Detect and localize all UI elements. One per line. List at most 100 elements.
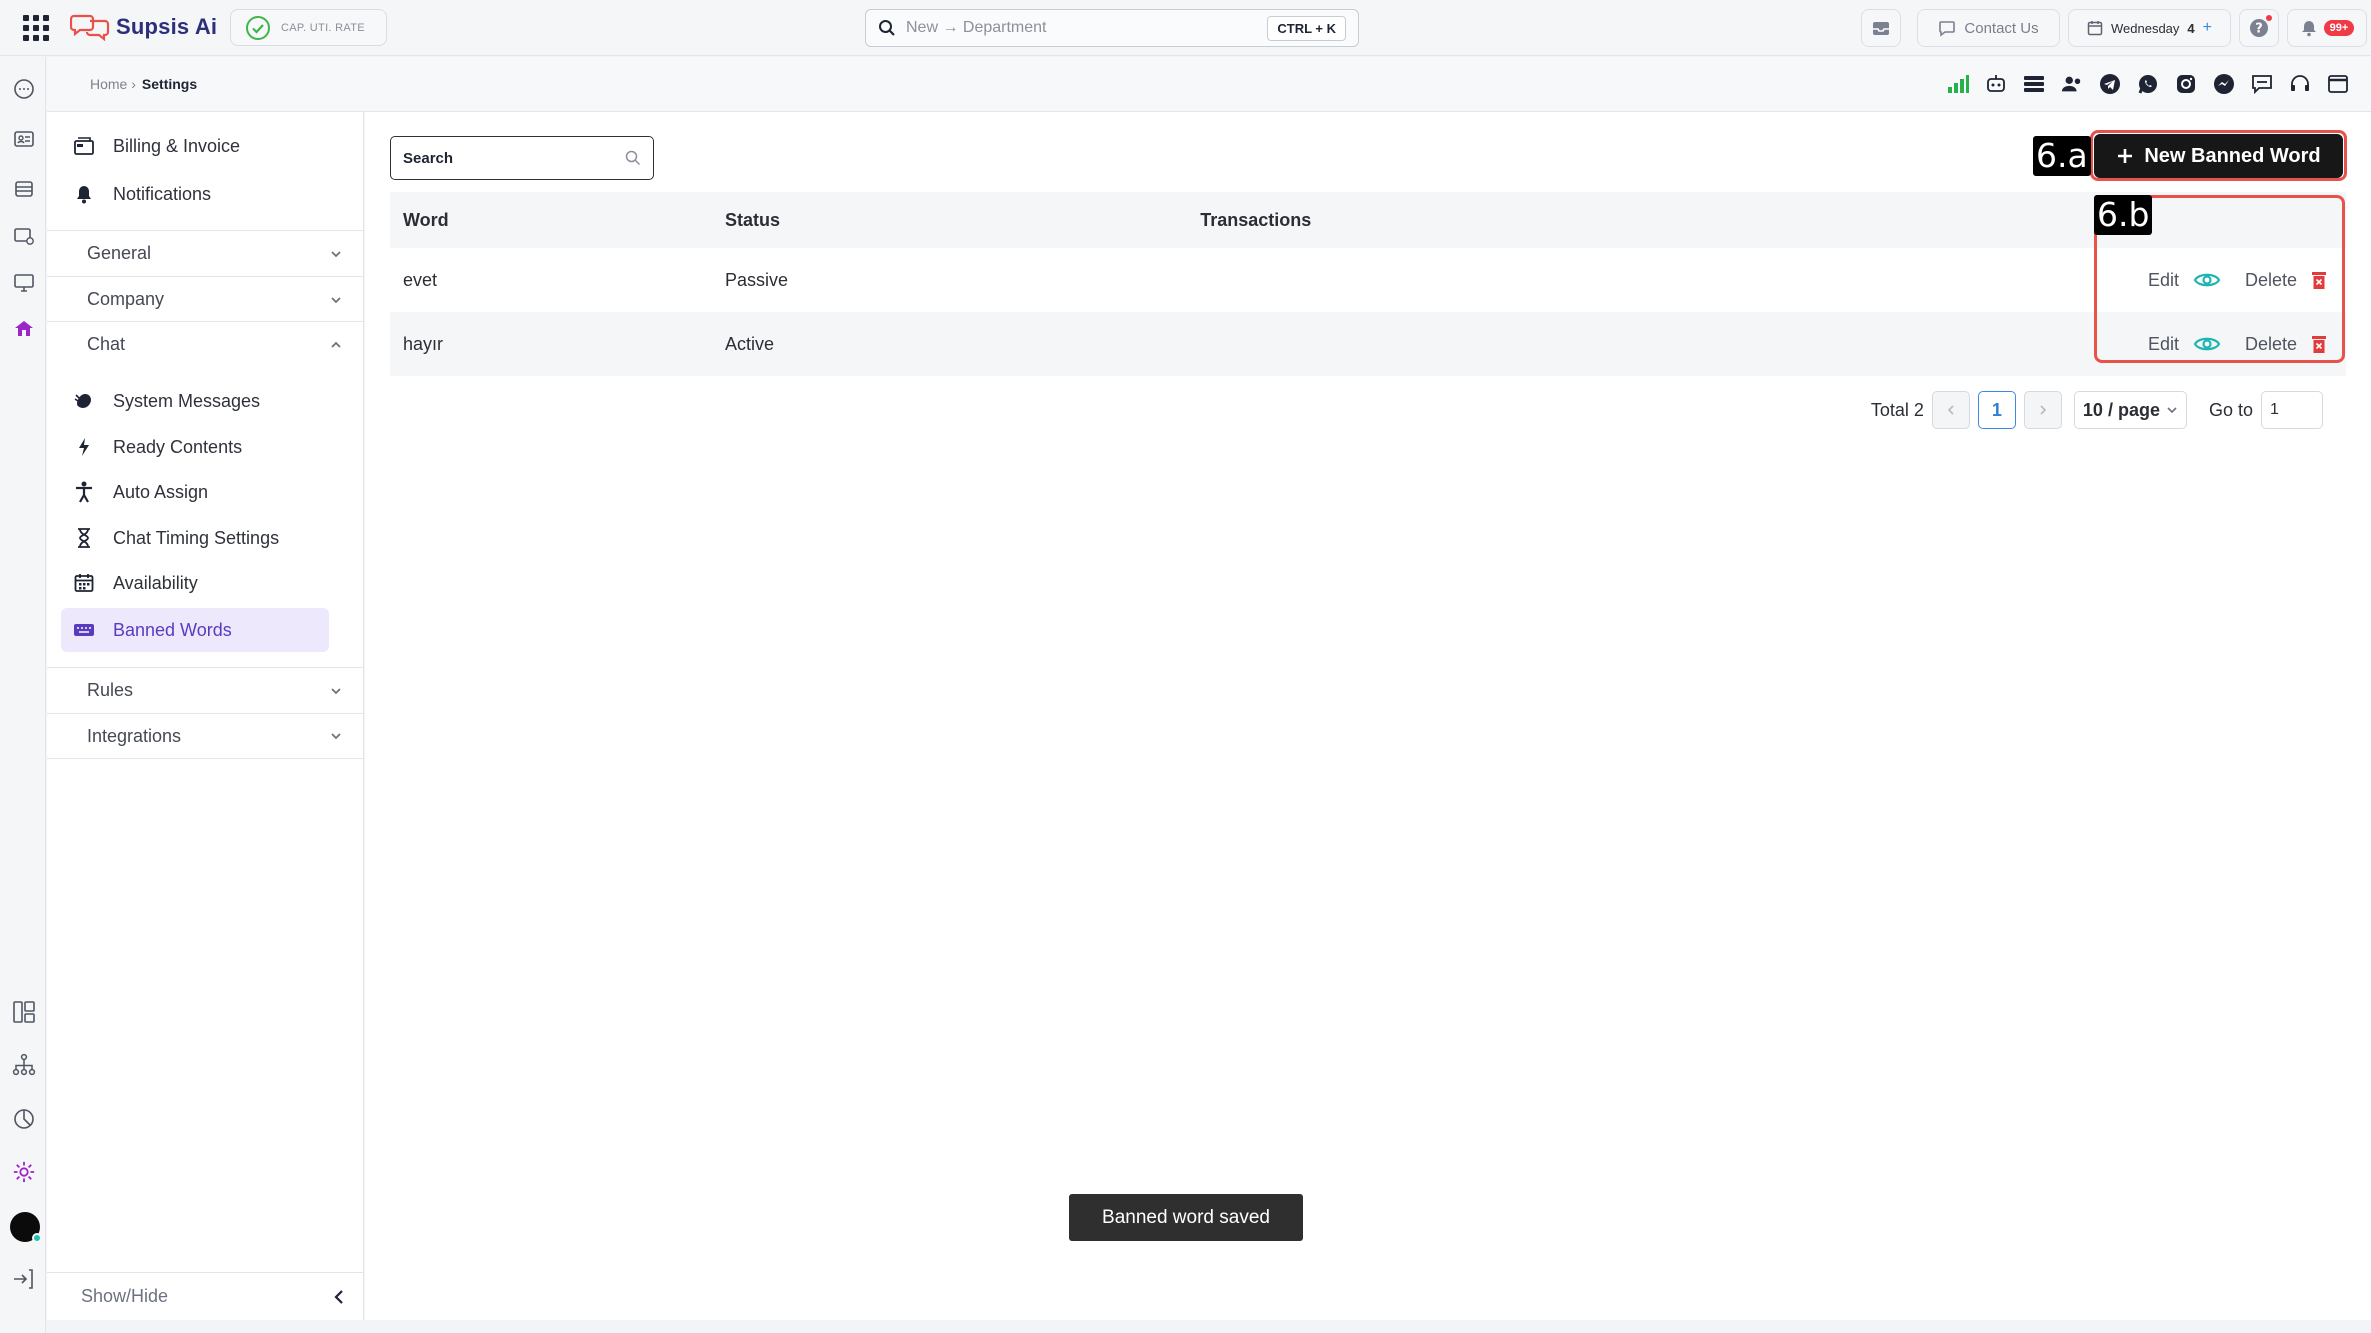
chat-bubble-icon xyxy=(1939,21,1956,37)
team-icon[interactable] xyxy=(2061,73,2083,95)
main-content: New Banned Word Word Status Transactions… xyxy=(365,112,2371,1320)
new-banned-word-button[interactable]: New Banned Word xyxy=(2094,134,2343,178)
contact-us-button[interactable]: Contact Us xyxy=(1917,9,2060,47)
breadcrumb-current: Settings xyxy=(141,76,198,92)
banned-words-table: Word Status Transactions evet Passive Ed… xyxy=(390,192,2346,376)
table-row: evet Passive Edit Delete xyxy=(390,248,2346,312)
section-label: General xyxy=(87,243,152,263)
sidebar-item-system-messages[interactable]: System Messages xyxy=(61,379,329,423)
user-avatar[interactable] xyxy=(10,1212,42,1243)
rail-hierarchy-icon[interactable] xyxy=(12,1053,36,1077)
sidebar-item-label: Ready Contents xyxy=(113,436,243,457)
pagination: Total 2 1 10 / page Go to xyxy=(1871,390,2323,430)
sidebar-item-billing[interactable]: Billing & Invoice xyxy=(61,124,329,168)
calendar-date-button[interactable]: Wednesday 4 + xyxy=(2068,9,2231,47)
rail-monitor-icon[interactable] xyxy=(12,271,36,295)
sidebar-item-notifications[interactable]: Notifications xyxy=(61,172,329,216)
bot-icon[interactable] xyxy=(1985,73,2007,95)
rail-chat-icon[interactable] xyxy=(12,77,36,101)
whatsapp-icon[interactable] xyxy=(2137,73,2159,95)
prev-page-button[interactable] xyxy=(1931,391,1970,429)
rail-layout-icon[interactable] xyxy=(12,1000,36,1024)
rail-contacts-icon[interactable] xyxy=(12,127,36,151)
instagram-icon[interactable] xyxy=(2175,73,2197,95)
delete-button[interactable]: Delete xyxy=(2238,263,2333,297)
edit-button[interactable]: Edit xyxy=(2141,263,2227,297)
headset-icon[interactable] xyxy=(2289,73,2311,95)
brand-logo[interactable]: Supsis Ai xyxy=(70,10,217,44)
rail-media-settings-icon[interactable] xyxy=(12,224,36,248)
pagination-total: Total 2 xyxy=(1870,399,1924,420)
goto-page-input[interactable] xyxy=(2261,391,2323,429)
bell-icon xyxy=(2301,21,2316,37)
banned-word-search[interactable] xyxy=(390,136,654,180)
cell-status: Passive xyxy=(725,269,789,290)
shortcut-badge: CTRL + K xyxy=(1267,15,1346,41)
sidebar-item-label: System Messages xyxy=(113,390,261,411)
banned-word-search-input[interactable] xyxy=(403,149,625,167)
show-hide-toggle[interactable]: Show/Hide xyxy=(47,1272,363,1320)
trash-icon xyxy=(2312,336,2326,353)
trash-icon xyxy=(2312,272,2326,289)
telegram-icon[interactable] xyxy=(2099,73,2121,95)
sidebar-item-banned-words[interactable]: Banned Words xyxy=(61,608,329,652)
apps-grid-icon[interactable] xyxy=(22,14,50,42)
sidebar-item-label: Availability xyxy=(113,572,198,593)
section-integrations[interactable]: Integrations xyxy=(47,713,363,759)
section-company[interactable]: Company xyxy=(47,276,363,322)
search-icon xyxy=(625,150,641,166)
notifications-button[interactable]: 99+ xyxy=(2287,9,2367,47)
section-chat[interactable]: Chat xyxy=(47,321,363,367)
section-rules[interactable]: Rules xyxy=(47,667,363,713)
page-size-value: 10 / page xyxy=(2082,399,2160,420)
logo-bubbles-icon xyxy=(70,14,110,41)
sidebar-item-label: Notifications xyxy=(113,183,212,204)
help-button[interactable]: ? xyxy=(2239,9,2279,47)
table-row: hayır Active Edit Delete xyxy=(390,312,2346,376)
delete-label: Delete xyxy=(2244,333,2297,354)
help-dot-icon xyxy=(2266,15,2272,21)
header-status: Status xyxy=(712,192,1188,248)
window-icon[interactable] xyxy=(2327,73,2349,95)
chevron-down-icon xyxy=(2167,407,2177,414)
header-transactions: Transactions xyxy=(1187,192,2346,248)
rail-settings-icon[interactable] xyxy=(12,1160,36,1184)
edit-button[interactable]: Edit xyxy=(2141,327,2227,361)
chevron-down-icon xyxy=(331,250,341,257)
inbox-button[interactable] xyxy=(1861,9,1901,47)
breadcrumb-home[interactable]: Home › xyxy=(90,76,136,92)
bolt-icon xyxy=(73,436,95,458)
delete-label: Delete xyxy=(2244,269,2297,290)
delete-button[interactable]: Delete xyxy=(2238,327,2333,361)
cell-transactions: Edit Delete xyxy=(1187,312,2346,376)
section-general[interactable]: General xyxy=(47,230,363,276)
sms-icon[interactable] xyxy=(2251,73,2273,95)
wave-icon xyxy=(73,390,95,412)
next-page-button[interactable] xyxy=(2023,391,2062,429)
rail-reports-icon[interactable] xyxy=(12,1107,36,1131)
section-label: Rules xyxy=(87,680,134,700)
cap-rate-button[interactable]: CAP. UTI. RATE xyxy=(230,9,387,46)
rail-home-icon[interactable] xyxy=(12,317,36,341)
sidebar-item-availability[interactable]: Availability xyxy=(61,561,329,605)
page-size-select[interactable]: 10 / page xyxy=(2073,391,2187,429)
check-circle-icon xyxy=(246,15,270,40)
sidebar-item-ready-contents[interactable]: Ready Contents xyxy=(61,425,329,469)
sidebar-item-auto-assign[interactable]: Auto Assign xyxy=(61,470,329,514)
sidebar-item-chat-timing[interactable]: Chat Timing Settings xyxy=(61,516,329,560)
bell-icon xyxy=(73,183,95,205)
goto-label: Go to xyxy=(2208,399,2253,420)
page-number-button[interactable]: 1 xyxy=(1977,391,2016,429)
global-search[interactable]: CTRL + K xyxy=(865,9,1359,47)
rail-archive-icon[interactable] xyxy=(12,177,36,201)
global-search-input[interactable] xyxy=(906,19,1268,37)
rail-logout-icon[interactable] xyxy=(12,1267,36,1291)
add-event-icon[interactable]: + xyxy=(2203,19,2212,37)
messenger-icon[interactable] xyxy=(2213,73,2235,95)
hourglass-icon xyxy=(73,527,95,549)
chevron-down-icon xyxy=(331,296,341,303)
brand-name: Supsis Ai xyxy=(116,14,218,39)
breadcrumb: Home › Settings xyxy=(90,76,197,92)
signal-bars-icon[interactable] xyxy=(1947,73,1969,95)
list-view-icon[interactable] xyxy=(2023,73,2045,95)
